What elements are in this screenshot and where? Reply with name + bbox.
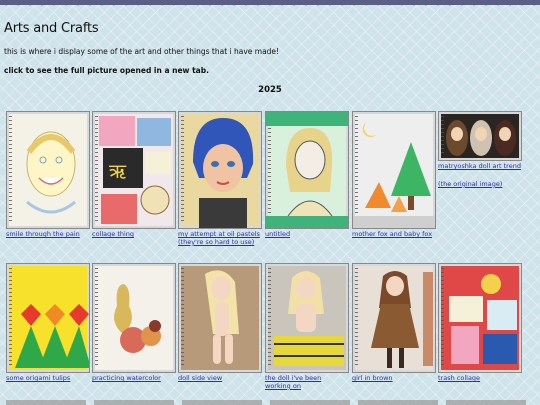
thumbnail-watercolor-fruit[interactable] [92,263,176,373]
gallery-item[interactable]: doll side view [178,263,262,383]
thumbnail-fox-origami[interactable] [352,111,436,229]
gallery-item[interactable]: some origami tulips [6,263,90,383]
gallery-item[interactable]: matryoshka doll art trend (the original … [438,111,522,188]
thumbnail-doll-working[interactable] [265,263,349,373]
thumbnail-collage[interactable]: ऋ [92,111,176,229]
gallery-item[interactable]: ऋ collage thing [92,111,176,239]
thumbnail-smile-drawing[interactable] [6,111,90,229]
next-row-thumbnails-edge [6,400,526,405]
top-decorative-band [0,0,540,12]
year-heading: 2025 [258,85,282,95]
caption-link[interactable]: the doll i've been working on [265,374,349,391]
thumbnail-doll-side[interactable] [178,263,262,373]
gallery-item[interactable]: smile through the pain [6,111,90,239]
caption-link[interactable]: collage thing [92,230,176,239]
gallery-item[interactable]: girl in brown [352,263,436,383]
caption-link[interactable]: my attempt at oil pastels (they're so ha… [178,230,262,247]
thumbnail-oil-pastel-portrait[interactable] [178,111,262,229]
gallery-item[interactable]: practicing watercolor [92,263,176,383]
caption-link[interactable]: girl in brown [352,374,436,383]
caption-link[interactable]: untitled [265,230,349,239]
gallery-item[interactable]: mother fox and baby fox [352,111,436,239]
caption-link[interactable]: trash collage [438,374,522,383]
intro-text: this is where i display some of the art … [4,47,280,56]
original-image-link[interactable]: (the original image) [438,180,522,188]
thumbnail-matryoshka[interactable] [438,111,522,161]
gallery-item[interactable]: my attempt at oil pastels (they're so ha… [178,111,262,247]
caption-link[interactable]: some origami tulips [6,374,90,383]
gallery-item[interactable]: untitled [265,111,349,239]
thumbnail-untitled-girl[interactable] [265,111,349,229]
thumbnail-girl-in-brown[interactable] [352,263,436,373]
gallery-item[interactable]: the doll i've been working on [265,263,349,391]
caption-link[interactable]: mother fox and baby fox [352,230,436,239]
thumbnail-origami-tulips[interactable] [6,263,90,373]
gallery-item[interactable]: trash collage [438,263,522,383]
caption-link[interactable]: smile through the pain [6,230,90,239]
click-note: click to see the full picture opened in … [4,66,209,75]
svg-text:ऋ: ऋ [109,159,127,183]
page-title: Arts and Crafts [4,21,99,36]
thumbnail-trash-collage[interactable] [438,263,522,373]
caption-link[interactable]: practicing watercolor [92,374,176,383]
caption-link[interactable]: doll side view [178,374,262,383]
caption-link[interactable]: matryoshka doll art trend [438,162,522,171]
